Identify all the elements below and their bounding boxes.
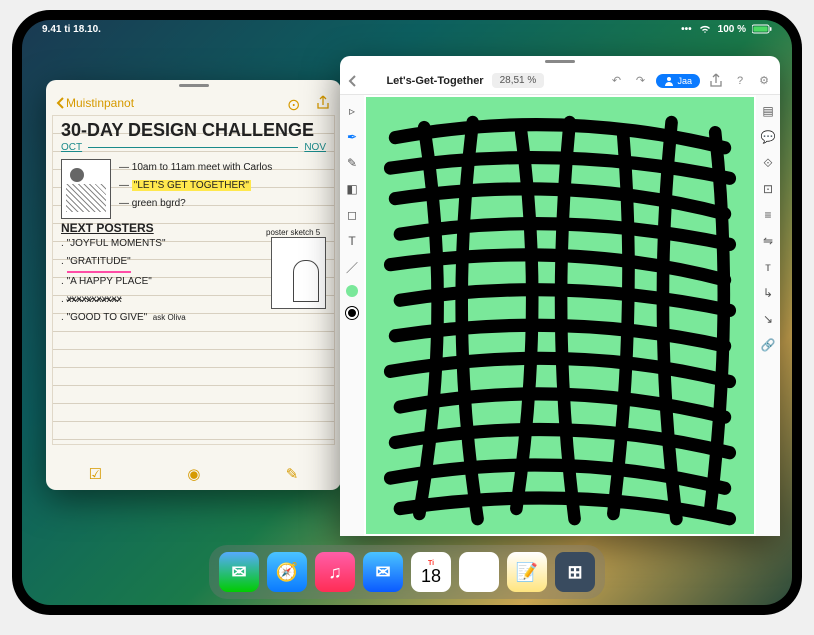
arrow-icon[interactable]: ↘ (760, 311, 776, 327)
list-item-underlined: "GRATITUDE" (67, 253, 131, 273)
checklist-icon[interactable]: ☑ (89, 465, 102, 483)
note-annotation: ask Oliva (153, 313, 186, 322)
app-photos[interactable]: 🏵 (459, 552, 499, 592)
zoom-level[interactable]: 28,51 % (492, 73, 545, 88)
status-bar: 9.41 ti 18.10. ••• 100 % (22, 20, 792, 38)
layers-icon[interactable]: ▤ (760, 103, 776, 119)
right-tool-rail: ▤ 💬 ⟐ ⊡ ≡ ⇋ ᴛ ↳ ↘ 🔗 (756, 95, 780, 536)
link-icon[interactable]: 🔗 (760, 337, 776, 353)
month-end: NOV (304, 142, 326, 153)
export-icon[interactable] (708, 73, 724, 89)
battery-pct: 100 % (718, 24, 746, 35)
calendar-day: 18 (421, 567, 441, 585)
undo-icon[interactable]: ↶ (608, 73, 624, 89)
list-item: "GOOD TO GIVE" (67, 312, 148, 323)
type-icon[interactable]: ᴛ (760, 259, 776, 275)
text-tool-icon[interactable]: T (344, 233, 360, 249)
pen-tool-icon[interactable]: ✎ (344, 155, 360, 171)
path-icon[interactable]: ↳ (760, 285, 776, 301)
wifi-icon (698, 24, 712, 34)
help-icon[interactable]: ? (732, 73, 748, 89)
canvas-artboard[interactable] (366, 97, 754, 534)
back-label: Muistinpanot (66, 96, 134, 110)
dock: ✉ 🧭 ♫ ✉ Ti18 🏵 📝 ⊞ (209, 545, 605, 599)
window-handle[interactable] (545, 60, 575, 63)
markup-icon[interactable]: ✎ (286, 465, 299, 483)
brush-tool-icon[interactable]: ✒ (344, 129, 360, 145)
app-calendar[interactable]: Ti18 (411, 552, 451, 592)
back-button[interactable]: Muistinpanot (56, 96, 134, 110)
month-start: OCT (61, 142, 82, 153)
canvas-toolbar: Let's-Get-Together 28,51 % ↶ ↷ Jaa ? ⚙ (340, 67, 780, 95)
back-icon[interactable] (348, 75, 356, 87)
bullet-1: 10am to 11am meet with Carlos (132, 162, 272, 173)
color-swatch-black[interactable] (346, 307, 358, 319)
pointer-tool-icon[interactable]: ▹ (344, 103, 360, 119)
eraser-tool-icon[interactable]: ◧ (344, 181, 360, 197)
person-icon (664, 76, 674, 86)
redo-icon[interactable]: ↷ (632, 73, 648, 89)
note-title: 30-DAY DESIGN CHALLENGE (61, 121, 326, 139)
bullet-3: green bgrd? (132, 198, 186, 209)
list-item: "A HAPPY PLACE" (67, 276, 152, 287)
notes-window[interactable]: Muistinpanot ⊙ 30-DAY DESIGN CHALLENGE O… (46, 80, 341, 490)
settings-gear-icon[interactable]: ⚙ (756, 73, 772, 89)
list-item: "JOYFUL MOMENTS" (67, 238, 166, 249)
app-mail[interactable]: ✉ (363, 552, 403, 592)
three-dots-icon[interactable]: ••• (681, 24, 692, 35)
share-button[interactable]: Jaa (656, 74, 700, 88)
flip-icon[interactable]: ⇋ (760, 233, 776, 249)
camera-icon[interactable]: ◉ (187, 465, 200, 483)
window-handle[interactable] (179, 84, 209, 87)
sketch-thumbnail-1 (61, 159, 111, 219)
comment-icon[interactable]: 💬 (760, 129, 776, 145)
status-time: 9.41 (42, 24, 61, 35)
status-date: ti 18.10. (64, 24, 101, 35)
doc-title[interactable]: Let's-Get-Together (386, 75, 483, 87)
canvas-window[interactable]: Let's-Get-Together 28,51 % ↶ ↷ Jaa ? ⚙ ▹… (340, 56, 780, 536)
line-tool-icon[interactable]: ／ (344, 259, 360, 275)
left-tool-rail: ▹ ✒ ✎ ◧ ◻ T ／ (340, 95, 364, 536)
chevron-left-icon (56, 97, 64, 109)
color-swatch-green[interactable] (346, 285, 358, 297)
app-messages[interactable]: ✉ (219, 552, 259, 592)
share-icon[interactable] (315, 95, 331, 111)
more-icon[interactable]: ⊙ (287, 95, 303, 111)
app-music[interactable]: ♫ (315, 552, 355, 592)
app-safari[interactable]: 🧭 (267, 552, 307, 592)
list-item-strike: xxxxxxxxxxx (67, 294, 122, 305)
app-notes[interactable]: 📝 (507, 552, 547, 592)
shape-tool-icon[interactable]: ◻ (344, 207, 360, 223)
adjust-icon[interactable]: ⟐ (760, 155, 776, 171)
sketch-thumbnail-2: poster sketch 5 (271, 237, 326, 309)
share-label: Jaa (677, 76, 692, 86)
bullet-2-highlighted: "LET'S GET TOGETHER" (132, 180, 251, 191)
crop-icon[interactable]: ⊡ (760, 181, 776, 197)
align-icon[interactable]: ≡ (760, 207, 776, 223)
app-folder[interactable]: ⊞ (555, 552, 595, 592)
battery-icon (752, 24, 772, 34)
note-paper[interactable]: 30-DAY DESIGN CHALLENGE OCTNOV — 10am to… (52, 115, 335, 445)
